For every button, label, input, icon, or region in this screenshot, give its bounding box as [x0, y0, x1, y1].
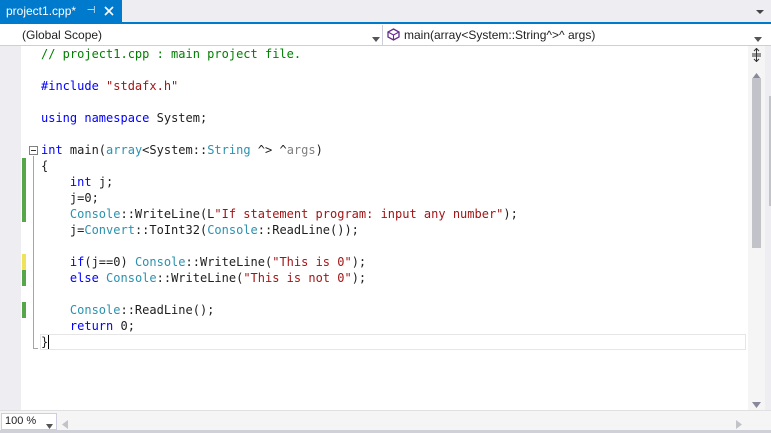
code-token: 0;: [113, 319, 135, 333]
code-token: namespace: [84, 111, 150, 125]
code-line[interactable]: int main(array<System::String ^> ^args): [41, 142, 323, 158]
code-line[interactable]: if(j==0) Console::WriteLine("This is 0")…: [41, 254, 366, 270]
code-line[interactable]: j=Convert::ToInt32(Console::ReadLine());: [41, 222, 359, 238]
chevron-down-icon: [372, 32, 380, 42]
chevron-down-icon: [46, 419, 53, 429]
code-line[interactable]: int j;: [41, 174, 113, 190]
code-token: return: [69, 319, 114, 333]
code-token: System;: [149, 111, 208, 125]
code-line[interactable]: using namespace System;: [41, 110, 207, 126]
code-token: );: [351, 271, 367, 285]
code-token: (j==0): [84, 255, 135, 269]
close-icon[interactable]: [102, 4, 116, 18]
zoom-dropdown[interactable]: 100 %: [1, 413, 57, 430]
outline-guide: [33, 156, 34, 348]
code-editor[interactable]: // project1.cpp : main project file. #inc…: [0, 46, 748, 410]
tab-project1-cpp[interactable]: project1.cpp* ⊣: [0, 0, 122, 22]
code-token: Console: [69, 303, 121, 317]
outline-guide-end: [33, 348, 38, 349]
collapse-outline-icon[interactable]: [29, 146, 38, 155]
code-token: "stdafx.h": [106, 79, 179, 93]
text-caret: [48, 335, 49, 349]
code-token: );: [503, 207, 518, 221]
glyph-margin: [0, 46, 21, 410]
code-token: ::WriteLine(L: [120, 207, 215, 221]
code-token: Convert: [84, 223, 135, 237]
code-token: "This is not 0": [243, 271, 352, 285]
member-label: main(array<System::String^>^ args): [404, 28, 596, 42]
code-token: <System::: [142, 143, 208, 157]
code-line[interactable]: {: [41, 158, 48, 174]
pin-icon[interactable]: ⊣: [84, 4, 98, 18]
code-token: int: [69, 175, 92, 189]
chevron-down-icon: [754, 32, 762, 42]
code-line[interactable]: Console::ReadLine();: [41, 302, 215, 318]
unsaved-change-marker: [22, 254, 26, 270]
code-token: ::ReadLine());: [257, 223, 359, 237]
code-token: using: [41, 111, 78, 125]
code-token: j=: [41, 223, 85, 237]
code-line[interactable]: else Console::WriteLine("This is not 0")…: [41, 270, 366, 286]
vertical-scrollbar[interactable]: [748, 46, 765, 410]
code-line[interactable]: j=0;: [41, 190, 99, 206]
code-token: Console: [134, 255, 186, 269]
scrollbar-thumb[interactable]: [752, 78, 761, 248]
code-token: String: [207, 143, 251, 157]
tab-title: project1.cpp*: [6, 4, 77, 18]
code-token: main(: [62, 143, 107, 157]
scroll-up-icon[interactable]: [752, 68, 761, 79]
member-dropdown[interactable]: main(array<System::String^>^ args): [384, 25, 771, 45]
zoom-level: 100 %: [5, 415, 37, 427]
code-line[interactable]: Console::WriteLine(L"If statement progra…: [41, 206, 518, 222]
code-line[interactable]: #include "stdafx.h": [41, 78, 178, 94]
code-token: "If statement program: input any number": [214, 207, 504, 221]
scroll-left-icon[interactable]: [62, 418, 68, 429]
saved-change-marker: [22, 270, 26, 286]
scroll-right-icon[interactable]: [736, 418, 742, 429]
split-window-icon[interactable]: [750, 47, 763, 63]
saved-change-marker: [22, 158, 26, 222]
document-tab-strip: project1.cpp* ⊣: [0, 0, 771, 24]
scope-label: (Global Scope): [22, 28, 103, 42]
code-token: int: [41, 143, 63, 157]
code-token: "This is 0": [272, 255, 352, 269]
scope-dropdown[interactable]: (Global Scope): [0, 25, 383, 45]
code-token: ::ReadLine();: [120, 303, 215, 317]
method-icon: [387, 28, 400, 41]
code-token: {: [41, 159, 49, 173]
code-token: #include: [41, 79, 107, 93]
code-token: ::WriteLine(: [156, 271, 244, 285]
code-token: ::WriteLine(: [185, 255, 273, 269]
code-token: Console: [207, 223, 258, 237]
code-token: // project1.cpp : main project file.: [41, 47, 302, 61]
code-token: array: [106, 143, 143, 157]
navigation-bar: (Global Scope) main(array<System::String…: [0, 24, 771, 46]
code-token: ::ToInt32(: [134, 223, 208, 237]
code-line[interactable]: // project1.cpp : main project file.: [41, 46, 301, 62]
code-token: ^> ^: [250, 143, 287, 157]
code-token: j=0;: [41, 191, 99, 205]
code-line[interactable]: return 0;: [41, 318, 135, 334]
code-token: Console: [69, 207, 121, 221]
tab-list-dropdown-icon[interactable]: [755, 6, 765, 16]
code-token: ): [315, 143, 323, 157]
current-line-highlight: [40, 334, 746, 350]
code-token: if: [69, 255, 85, 269]
code-token: j;: [91, 175, 114, 189]
code-token: );: [351, 255, 367, 269]
code-token: else: [69, 271, 99, 285]
saved-change-marker: [22, 302, 26, 318]
code-token: Console: [106, 271, 157, 285]
scroll-down-icon[interactable]: [752, 397, 761, 408]
code-token: args: [286, 143, 316, 157]
